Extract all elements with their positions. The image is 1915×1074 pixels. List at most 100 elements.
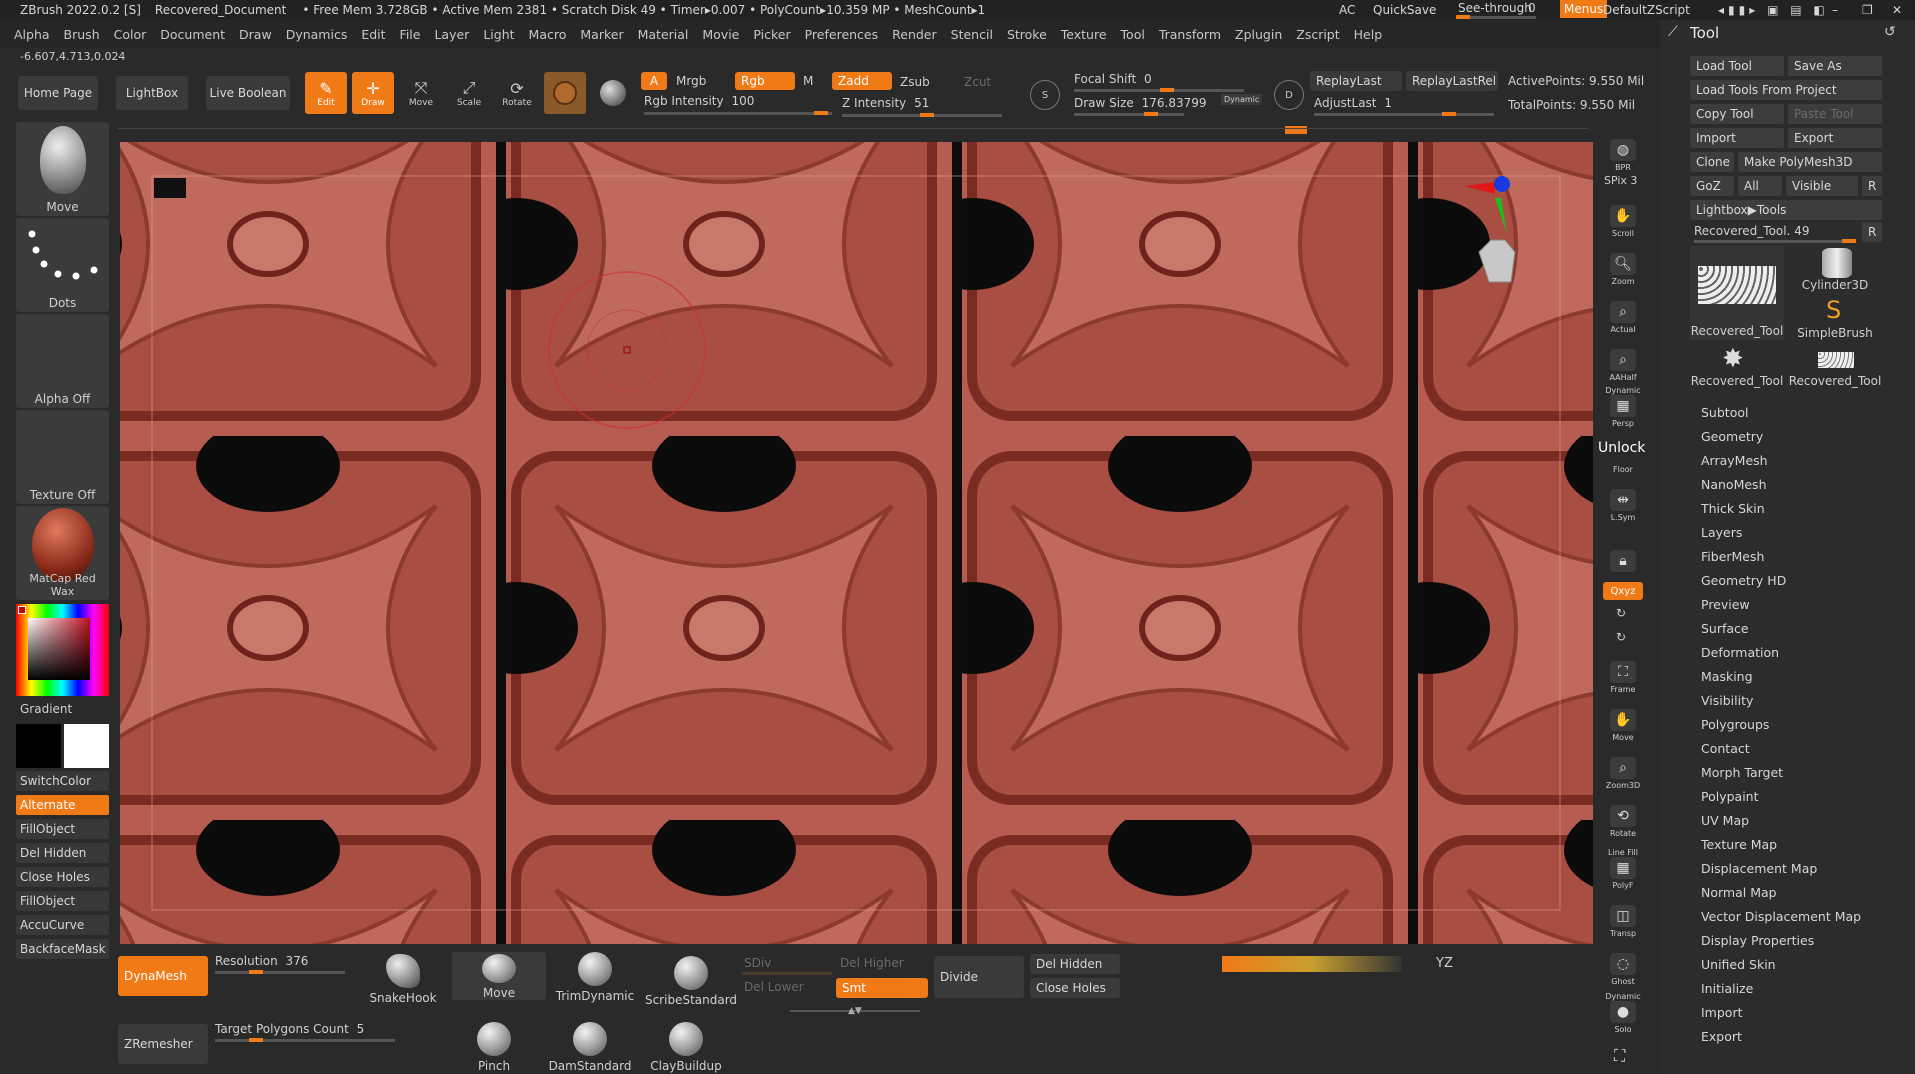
lock-button[interactable]: 🔒︎ [1603, 528, 1643, 572]
menu-layer[interactable]: Layer [434, 27, 469, 42]
menu-macro[interactable]: Macro [529, 27, 567, 42]
polyf-button[interactable]: Line Fill ▦ PolyF [1603, 846, 1643, 890]
del-lower-button[interactable]: Del Lower [744, 980, 804, 994]
subpalette-thick-skin[interactable]: Thick Skin [1701, 501, 1765, 516]
subpalette-subtool[interactable]: Subtool [1701, 405, 1748, 420]
del-hidden-left-button[interactable]: Del Hidden [16, 843, 109, 863]
minimize-icon[interactable]: – [1832, 3, 1838, 17]
move-transform-button[interactable]: ⤧ Move [400, 72, 442, 114]
copy-tool-button[interactable]: Copy Tool [1690, 104, 1784, 124]
a-toggle[interactable]: A [641, 72, 667, 90]
subpalette-preview[interactable]: Preview [1701, 597, 1750, 612]
load-from-project-button[interactable]: Load Tools From Project [1690, 80, 1882, 100]
subpalette-export[interactable]: Export [1701, 1029, 1742, 1044]
menu-color[interactable]: Color [114, 27, 147, 42]
actual-button[interactable]: ⌕ Actual [1603, 290, 1643, 334]
alternate-button[interactable]: Alternate [16, 795, 109, 815]
del-hidden-button[interactable]: Del Hidden [1030, 954, 1120, 974]
dynamesh-button[interactable]: DynaMesh [118, 956, 208, 996]
tool-thumb-recovered-2[interactable]: ✸ Recovered_Tool [1690, 342, 1784, 390]
zoom3d-button[interactable]: ⌕ Zoom3D [1603, 746, 1643, 790]
spix-slider[interactable]: SPix 3 [1604, 174, 1637, 187]
export-tool-button[interactable]: Export [1788, 128, 1882, 148]
floor-button[interactable]: Floor [1603, 430, 1643, 474]
subpalette-geometry[interactable]: Geometry [1701, 429, 1763, 444]
zremesher-button[interactable]: ZRemesher [118, 1024, 208, 1064]
m-toggle[interactable]: M [803, 74, 813, 88]
accucurve-button[interactable]: AccuCurve [16, 915, 109, 935]
orientation-gizmo[interactable] [1465, 172, 1525, 292]
draw-button[interactable]: ✛ Draw [352, 72, 394, 114]
focal-shift-slider[interactable]: Focal Shift 0 [1074, 72, 1244, 94]
restore-icon[interactable]: ❐ [1862, 3, 1873, 17]
brush-snakehook[interactable]: SnakeHook [369, 954, 437, 1005]
subpalette-polypaint[interactable]: Polypaint [1701, 789, 1759, 804]
subpalette-initialize[interactable]: Initialize [1701, 981, 1753, 996]
subpalette-import[interactable]: Import [1701, 1005, 1743, 1020]
rgb-intensity-slider[interactable]: Rgb Intensity 100 [644, 94, 832, 116]
subpalette-surface[interactable]: Surface [1701, 621, 1749, 636]
divide-button[interactable]: Divide [934, 956, 1024, 998]
switch-color-button[interactable]: SwitchColor [16, 771, 109, 791]
menu-material[interactable]: Material [638, 27, 689, 42]
goz-r-button[interactable]: R [1862, 176, 1882, 196]
brush-claybuildup[interactable]: ClayBuildup [648, 1022, 724, 1073]
current-tool-r-button[interactable]: R [1862, 222, 1882, 242]
transp-button[interactable]: ◫ Transp [1603, 894, 1643, 938]
current-brush-thumb[interactable]: Move [16, 122, 109, 216]
stroke-thumb[interactable]: Dots [16, 218, 109, 312]
adjust-last-slider[interactable]: AdjustLast 1 [1314, 96, 1494, 118]
alpha-thumb[interactable]: Alpha Off [16, 314, 109, 408]
subpalette-layers[interactable]: Layers [1701, 525, 1742, 540]
target-polygons-slider[interactable]: Target Polygons Count 5 [215, 1022, 395, 1044]
menu-stencil[interactable]: Stencil [951, 27, 993, 42]
live-boolean-button[interactable]: Live Boolean [206, 76, 290, 110]
close-holes-left-button[interactable]: Close Holes [16, 867, 109, 887]
subpalette-arraymesh[interactable]: ArrayMesh [1701, 453, 1768, 468]
scale-button[interactable]: ⤢ Scale [448, 72, 490, 114]
menu-movie[interactable]: Movie [702, 27, 739, 42]
load-tool-button[interactable]: Load Tool [1690, 56, 1784, 76]
persp-button[interactable]: Dynamic ▦ Persp [1603, 384, 1643, 428]
brush-pinch[interactable]: Pinch [474, 1022, 514, 1073]
zsub-toggle[interactable]: Zsub [900, 75, 930, 89]
quicksave-button[interactable]: QuickSave [1373, 3, 1436, 17]
color-picker[interactable] [16, 604, 109, 696]
zadd-toggle[interactable]: Zadd [832, 72, 892, 90]
primary-color-swatch[interactable] [64, 724, 109, 768]
move-view-button[interactable]: ✋ Move [1603, 698, 1643, 742]
rotate-transform-button[interactable]: ⟳ Rotate [496, 72, 538, 114]
zcut-toggle[interactable]: Zcut [964, 75, 991, 89]
subpalette-vector-displacement-map[interactable]: Vector Displacement Map [1701, 909, 1861, 924]
rotate-z-icon[interactable]: ↻ [1616, 630, 1626, 644]
menu-light[interactable]: Light [483, 27, 514, 42]
menu-edit[interactable]: Edit [361, 27, 385, 42]
aahalf-button[interactable]: ⌕ AAHalf [1603, 338, 1643, 382]
solo-button[interactable]: Dynamic ● Solo [1603, 990, 1643, 1034]
menu-dynamics[interactable]: Dynamics [286, 27, 348, 42]
goz-visible-button[interactable]: Visible [1786, 176, 1858, 196]
subpalette-uv-map[interactable]: UV Map [1701, 813, 1749, 828]
menus-toggle[interactable]: Menus [1560, 0, 1608, 18]
layout-icons[interactable]: ◂▮▮▸ ▣ ▤ ◧ [1718, 3, 1829, 17]
menu-stroke[interactable]: Stroke [1007, 27, 1047, 42]
default-zscript-button[interactable]: DefaultZScript [1603, 3, 1690, 17]
backface-mask-button[interactable]: BackfaceMask [16, 939, 109, 959]
subpalette-display-properties[interactable]: Display Properties [1701, 933, 1814, 948]
close-holes-button[interactable]: Close Holes [1030, 978, 1120, 998]
tool-thumb-recovered-3[interactable]: Recovered_Tool [1788, 342, 1882, 390]
lightbox-button[interactable]: LightBox [116, 76, 188, 110]
subpalette-geometry-hd[interactable]: Geometry HD [1701, 573, 1786, 588]
subpalette-morph-target[interactable]: Morph Target [1701, 765, 1783, 780]
brush-preview[interactable] [592, 72, 634, 114]
menu-brush[interactable]: Brush [64, 27, 100, 42]
menu-marker[interactable]: Marker [580, 27, 623, 42]
menu-document[interactable]: Document [160, 27, 225, 42]
tool-thumb-simplebrush[interactable]: S SimpleBrush [1788, 294, 1882, 342]
clone-button[interactable]: Clone [1690, 152, 1734, 172]
secondary-color-swatch[interactable] [16, 724, 61, 768]
canvas-viewport[interactable] [120, 142, 1593, 944]
menu-render[interactable]: Render [892, 27, 937, 42]
zoom-button[interactable]: 🔍︎ Zoom [1603, 242, 1643, 286]
d-pivot-icon[interactable]: D [1274, 80, 1304, 110]
